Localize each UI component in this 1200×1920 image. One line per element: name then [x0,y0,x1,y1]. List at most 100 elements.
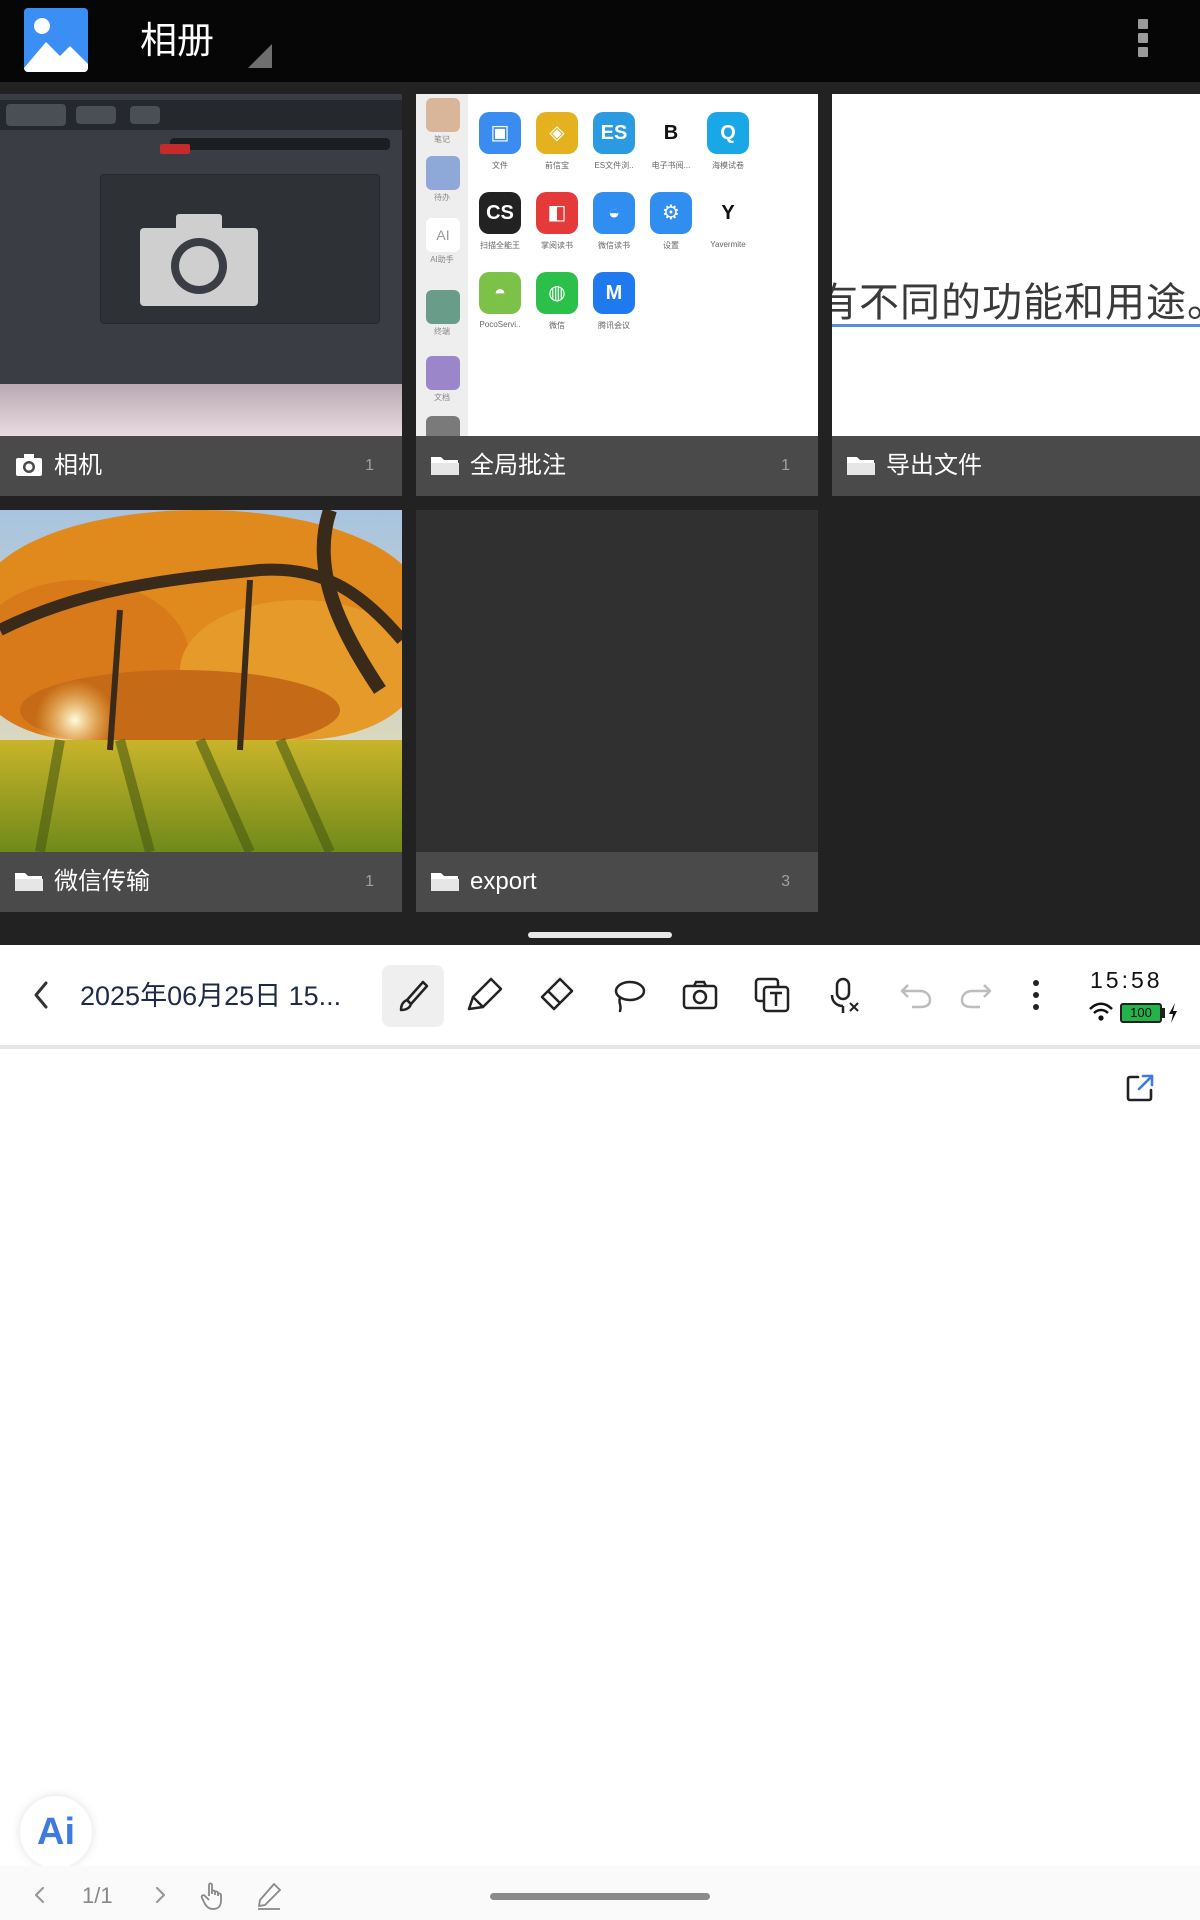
gallery-window: 相册 相机 1 笔记 待办 AI AI助手 终端 文档 ▣ 文件 ◈ 前信宝 E… [0,0,1200,945]
back-icon[interactable] [18,971,66,1019]
album-wechat-transfer[interactable]: 微信传输 1 [0,510,402,912]
app-label: 微信读书 [598,241,630,250]
app-grid-item: M 腾讯会议 [582,272,646,331]
dropdown-corner-icon[interactable] [248,44,272,68]
text-recognition-icon[interactable] [748,971,796,1019]
album-thumbnail [416,510,818,852]
album-caption: 全局批注 1 [416,436,818,496]
app-icon: ◍ [536,272,578,314]
folder-icon [15,873,43,891]
more-options-icon[interactable] [1012,971,1060,1019]
more-options-icon[interactable] [1130,16,1156,64]
folder-icon [431,873,459,891]
highlighter-icon[interactable] [461,971,509,1019]
album-name: 微信传输 [54,868,150,895]
app-icon: CS [479,192,521,234]
app-icon: ⚙ [650,192,692,234]
album-export[interactable]: export 3 [416,510,818,912]
camera-placeholder-icon [140,214,258,306]
album-global-annotations[interactable]: 笔记 待办 AI AI助手 终端 文档 ▣ 文件 ◈ 前信宝 ES ES文件浏.. B 电子书… [416,94,818,496]
app-grid-item: ◒ 微信读书 [582,192,646,251]
app-grid-item: B 电子书阅... [639,112,703,171]
gallery-app-icon [24,8,88,72]
album-name: 相机 [54,452,102,479]
eraser-icon[interactable] [532,971,580,1019]
undo-icon[interactable] [892,971,940,1019]
note-title[interactable]: 2025年06月25日 15... [80,978,365,1014]
app-grid-item: ◓ PocoServi.. [468,272,532,329]
previous-page-icon[interactable] [30,1880,50,1910]
app-icon: ◓ [479,272,521,314]
album-count: 3 [781,873,790,890]
app-grid-item: ◈ 前信宝 [525,112,589,171]
album-name: export [470,868,537,895]
app-label: Yavermite [710,240,746,249]
app-label: 文件 [492,161,508,170]
album-caption: 相机 1 [0,436,402,496]
app-icon: B [650,112,692,154]
album-thumbnail: 笔记 待办 AI AI助手 终端 文档 ▣ 文件 ◈ 前信宝 ES ES文件浏.. B 电子书… [416,94,818,436]
side-toolbar-thumbnail: 笔记 待办 AI AI助手 终端 文档 [416,94,468,436]
hand-touch-icon[interactable] [198,1880,228,1910]
album-name: 导出文件 [886,452,982,479]
app-icon: ◧ [536,192,578,234]
thumbnail-underline [832,324,1200,327]
camera-icon[interactable] [676,971,724,1019]
folder-icon [847,457,875,475]
app-label: 前信宝 [545,161,569,170]
app-grid-item: ES ES文件浏.. [582,112,646,171]
app-label: 电子书阅... [651,161,691,170]
app-label: 海模试卷 [712,161,744,170]
app-label: 腾讯会议 [598,321,630,330]
app-label: 设置 [663,241,679,250]
redo-icon[interactable] [952,971,1000,1019]
status-clock: 15:58 [1090,967,1163,993]
page-indicator: 1/1 [82,1883,113,1908]
app-label: PocoServi.. [479,320,521,329]
voice-to-text-icon[interactable] [820,971,868,1019]
brush-tool-icon[interactable] [382,965,444,1027]
battery-tip [1162,1008,1165,1018]
album-thumbnail [0,94,402,436]
album-name: 全局批注 [470,452,566,479]
home-indicator[interactable] [490,1893,710,1900]
app-grid-item: CS 扫描全能王 [468,192,532,251]
app-icon: ES [593,112,635,154]
thumbnail-text: 有不同的功能和用途。 [832,281,1200,325]
album-count: 1 [365,873,374,890]
gallery-title[interactable]: 相册 [140,18,214,64]
album-exported-files[interactable]: 有不同的功能和用途。 导出文件 1 [832,94,1200,496]
app-grid-item: ▣ 文件 [468,112,532,171]
ai-assistant-button[interactable]: Ai [20,1796,92,1868]
app-icon: Q [707,112,749,154]
charging-icon [1169,1003,1177,1023]
battery-level: 100 [1130,1005,1152,1020]
folder-icon [431,457,459,475]
split-screen-handle[interactable] [528,932,672,938]
album-count: 1 [365,457,374,474]
album-caption: export 3 [416,852,818,912]
app-icon: Y [707,192,749,234]
camera-icon [16,454,42,476]
app-grid-item: ◍ 微信 [525,272,589,331]
battery-indicator: 100 [1120,1003,1162,1023]
gallery-app-bar: 相册 [0,0,1200,82]
app-icon: ◈ [536,112,578,154]
next-page-icon[interactable] [150,1880,170,1910]
ai-label: Ai [37,1811,75,1853]
pen-mode-icon[interactable] [254,1880,284,1910]
album-count: 1 [781,457,790,474]
app-icon: ◒ [593,192,635,234]
album-camera[interactable]: 相机 1 [0,94,402,496]
note-toolbar: 2025年06月25日 15... 15:58 100 [0,945,1200,1045]
wifi-icon [1089,1002,1113,1021]
toolbar-divider [0,1045,1200,1049]
album-caption: 导出文件 1 [832,436,1200,496]
share-export-icon[interactable] [1124,1072,1156,1104]
lasso-icon[interactable] [604,971,652,1019]
app-grid-item: Y Yavermite [696,192,760,249]
app-grid-item: ⚙ 设置 [639,192,703,251]
album-thumbnail: 有不同的功能和用途。 [832,94,1200,436]
album-caption: 微信传输 1 [0,852,402,912]
app-label: 掌阅读书 [541,241,573,250]
